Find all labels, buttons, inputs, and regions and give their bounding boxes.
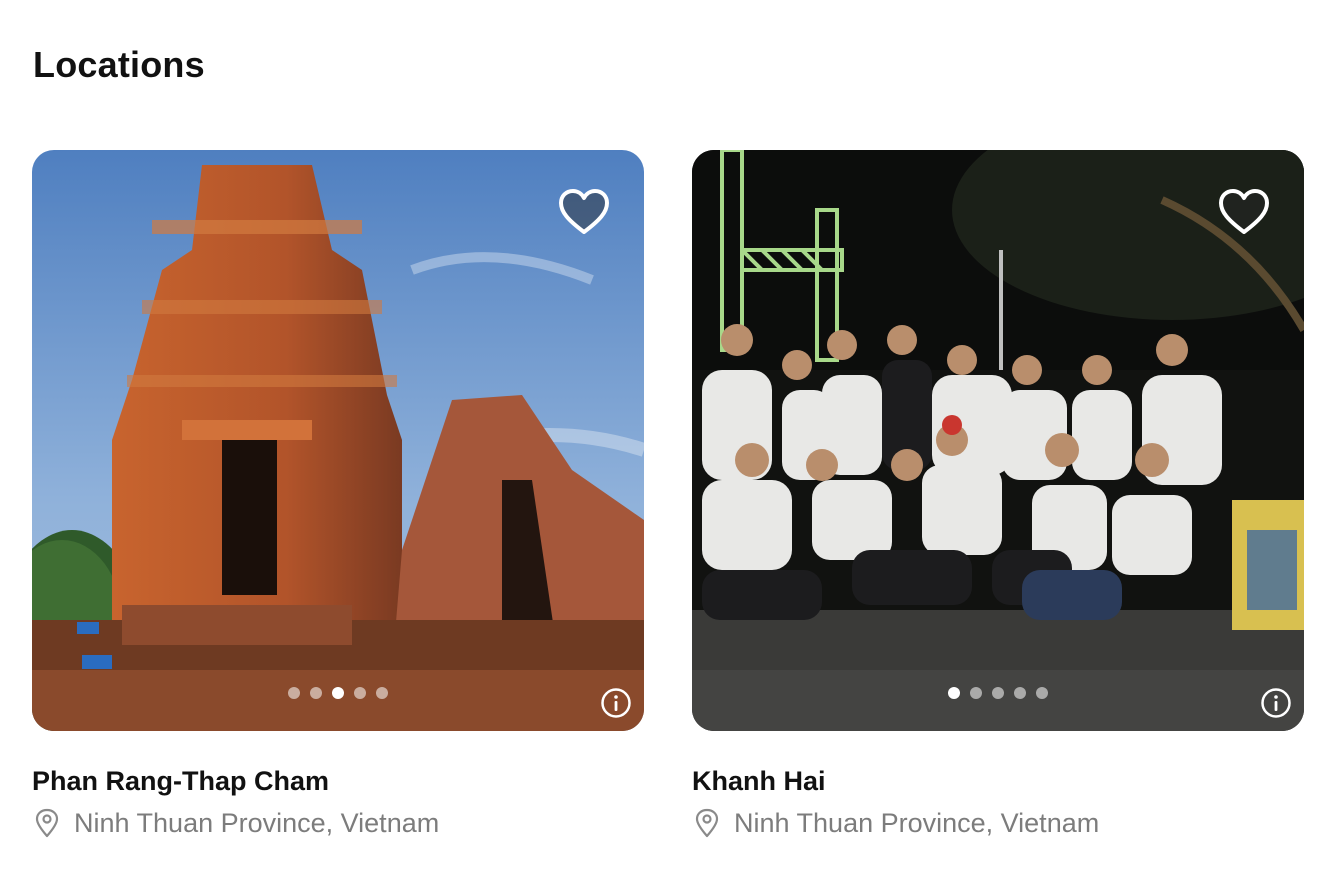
- location-card[interactable]: Phan Rang-Thap Cham Ninh Thuan Province,…: [32, 150, 644, 839]
- carousel-dot[interactable]: [970, 687, 982, 699]
- location-text: Ninh Thuan Province, Vietnam: [734, 808, 1100, 838]
- location-photo-carousel[interactable]: [692, 150, 1304, 731]
- carousel-dots: [32, 687, 644, 699]
- info-icon[interactable]: [1260, 687, 1292, 719]
- carousel-dot-active[interactable]: [948, 687, 960, 699]
- location-photo-carousel[interactable]: [32, 150, 644, 731]
- map-pin-icon: [35, 808, 59, 838]
- heart-icon[interactable]: [558, 188, 610, 236]
- carousel-dot[interactable]: [376, 687, 388, 699]
- carousel-dot[interactable]: [1036, 687, 1048, 699]
- location-subtitle: Ninh Thuan Province, Vietnam: [692, 807, 1304, 839]
- group-photo: [692, 150, 1304, 731]
- carousel-dot[interactable]: [1014, 687, 1026, 699]
- carousel-dot[interactable]: [992, 687, 1004, 699]
- location-text: Ninh Thuan Province, Vietnam: [74, 808, 440, 838]
- carousel-dot[interactable]: [288, 687, 300, 699]
- temple-photo: [32, 150, 644, 731]
- info-icon[interactable]: [600, 687, 632, 719]
- location-card[interactable]: Khanh Hai Ninh Thuan Province, Vietnam: [692, 150, 1304, 839]
- location-subtitle: Ninh Thuan Province, Vietnam: [32, 807, 644, 839]
- carousel-dot-active[interactable]: [332, 687, 344, 699]
- location-title[interactable]: Phan Rang-Thap Cham: [32, 765, 644, 797]
- carousel-dot[interactable]: [310, 687, 322, 699]
- carousel-dot[interactable]: [354, 687, 366, 699]
- location-title[interactable]: Khanh Hai: [692, 765, 1304, 797]
- heart-icon[interactable]: [1218, 188, 1270, 236]
- locations-page: Locations Phan Rang-Thap Cham Ninh Thuan…: [0, 0, 1338, 876]
- carousel-dots: [692, 687, 1304, 699]
- map-pin-icon: [695, 808, 719, 838]
- section-title: Locations: [33, 44, 205, 85]
